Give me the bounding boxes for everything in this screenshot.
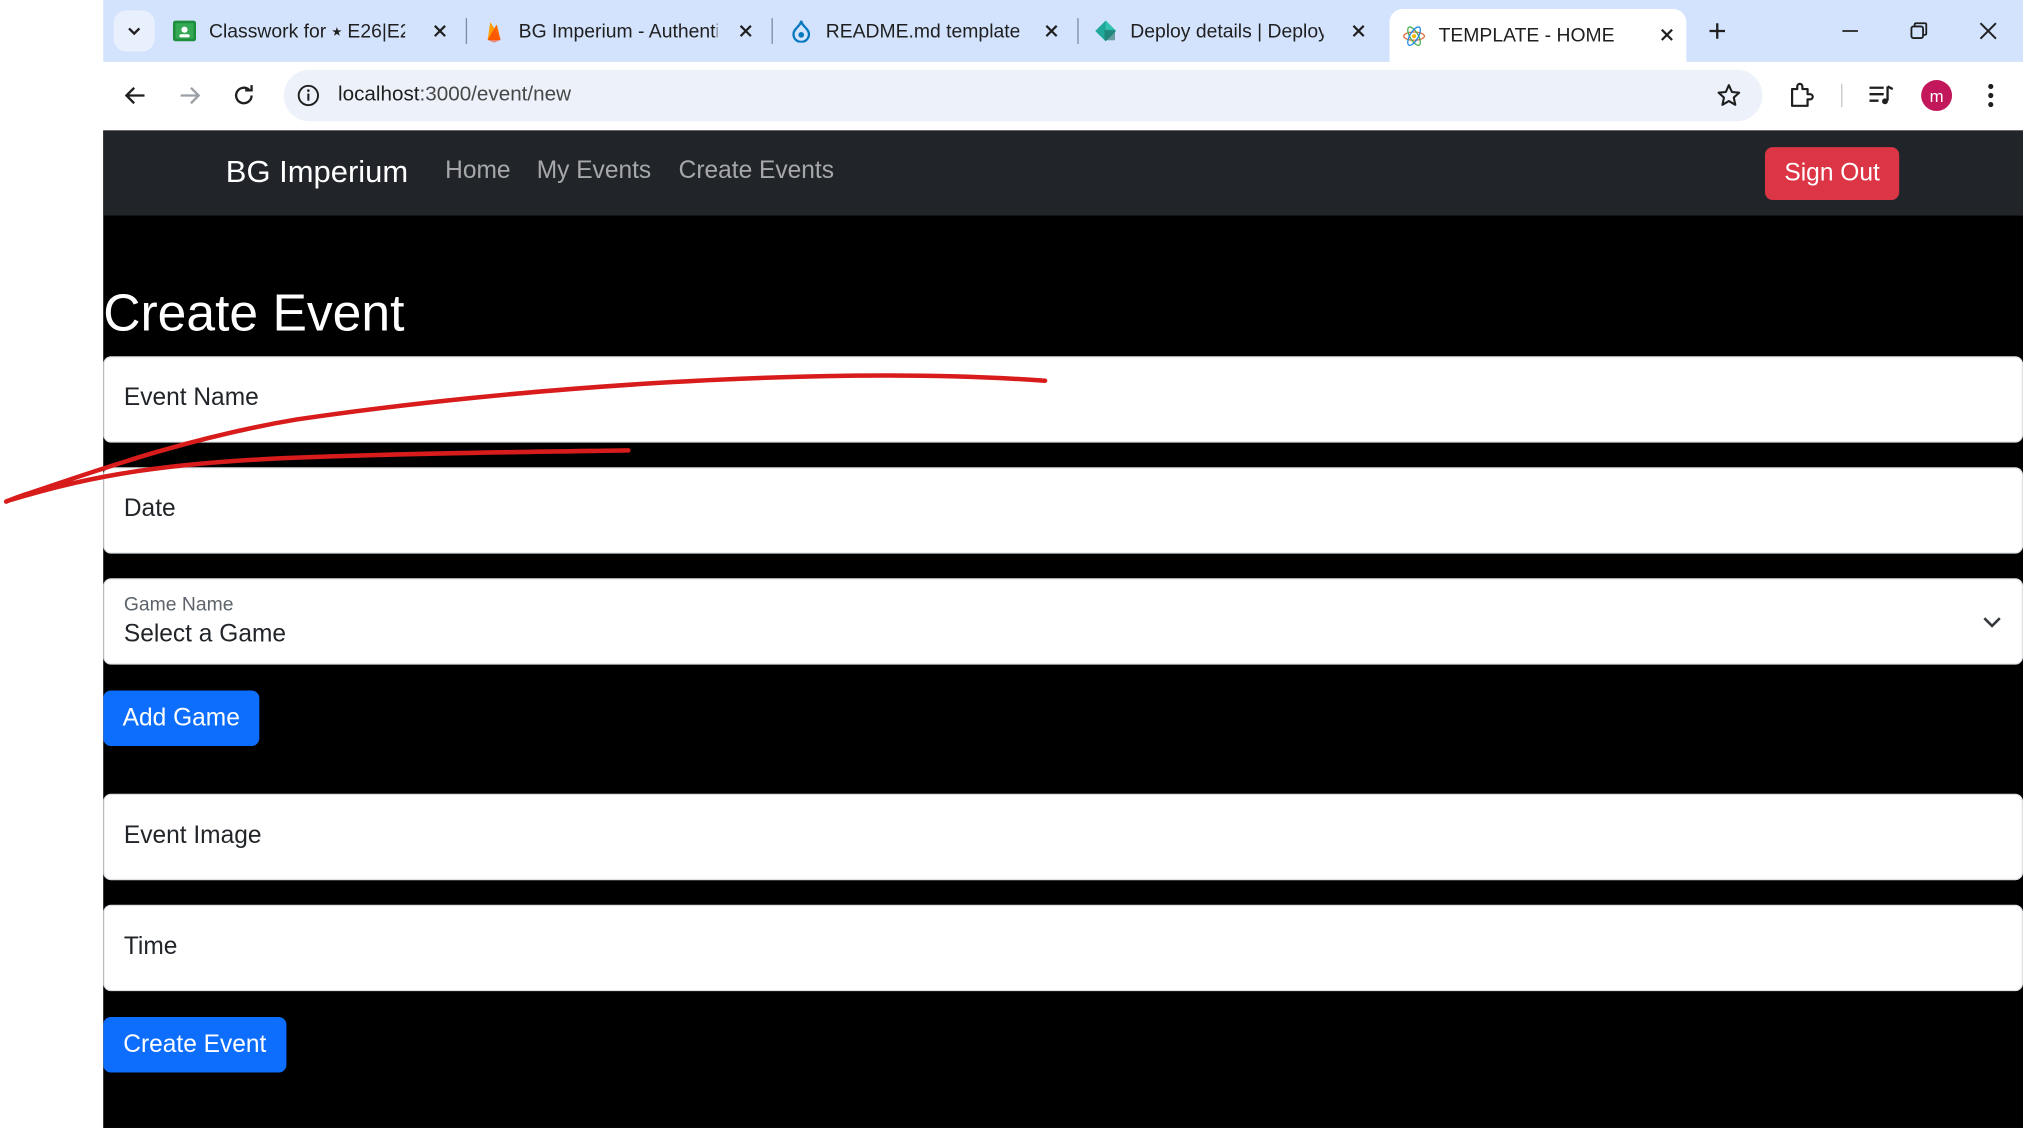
- tab-divider: [465, 18, 468, 44]
- tab-classwork[interactable]: Classwork for ⭑ E26|E28: [172, 10, 459, 51]
- restore-button[interactable]: [1893, 10, 1945, 51]
- media-controls-button[interactable]: [1864, 79, 1898, 113]
- time-field[interactable]: Time: [103, 904, 2023, 992]
- event-image-placeholder: Event Image: [123, 822, 262, 850]
- react-icon: [1402, 24, 1426, 47]
- more-vertical-icon: [1988, 83, 1994, 108]
- event-name-placeholder: Event Name: [123, 384, 259, 412]
- brand-link[interactable]: BG Imperium: [226, 155, 408, 191]
- tab-template-home[interactable]: TEMPLATE - HOME: [1389, 9, 1687, 62]
- playlist-music-icon: [1869, 85, 1894, 105]
- google-classroom-icon: [172, 19, 197, 42]
- tab-netlify[interactable]: Deploy details | Deploys |: [1094, 10, 1378, 51]
- address-bar[interactable]: localhost:3000/event/new: [283, 69, 1763, 122]
- firebase-icon: [483, 19, 506, 43]
- date-field[interactable]: Date: [103, 467, 2023, 554]
- game-select-value: Select a Game: [123, 620, 287, 648]
- browser-menu-button[interactable]: [1974, 79, 2008, 113]
- tab-title: BG Imperium - Authentic: [518, 20, 718, 42]
- close-icon[interactable]: [1040, 19, 1063, 42]
- bookmark-star-icon[interactable]: [1716, 83, 1742, 109]
- minimize-button[interactable]: [1824, 10, 1876, 51]
- plus-icon: [1709, 23, 1725, 39]
- add-game-button[interactable]: Add Game: [103, 690, 260, 746]
- create-event-submit-button[interactable]: Create Event: [103, 1016, 287, 1073]
- minimize-icon: [1842, 30, 1858, 32]
- tab-search-button[interactable]: [113, 10, 155, 52]
- info-icon[interactable]: [297, 84, 320, 107]
- chevron-down-icon: [1983, 617, 2001, 628]
- tab-title: TEMPLATE - HOME: [1438, 24, 1615, 47]
- close-icon[interactable]: [1655, 23, 1678, 46]
- close-icon[interactable]: [428, 19, 451, 42]
- back-button[interactable]: [116, 76, 155, 115]
- extensions-button[interactable]: [1786, 79, 1820, 113]
- tab-title: Deploy details | Deploys |: [1130, 20, 1324, 42]
- chevron-down-icon: [128, 27, 141, 36]
- url-path: :3000/event/new: [419, 83, 572, 106]
- tab-title: Classwork for ⭑ E26|E28: [209, 20, 406, 42]
- puzzle-icon: [1790, 82, 1814, 107]
- restore-icon: [1910, 22, 1928, 39]
- toolbar-divider: [1841, 83, 1843, 108]
- arrow-left-icon: [124, 86, 145, 105]
- profile-avatar[interactable]: m: [1921, 80, 1953, 111]
- drupal-icon: [790, 19, 813, 43]
- date-placeholder: Date: [123, 495, 176, 523]
- new-tab-button[interactable]: [1699, 13, 1735, 49]
- url-text: localhost:3000/event/new: [338, 84, 571, 107]
- url-host: localhost: [338, 83, 420, 106]
- time-placeholder: Time: [123, 933, 178, 961]
- netlify-icon: [1094, 19, 1117, 42]
- tab-readme[interactable]: README.md template | D: [790, 10, 1071, 51]
- tab-divider: [771, 18, 773, 44]
- event-name-field[interactable]: Event Name: [103, 356, 2023, 443]
- reload-icon: [234, 85, 253, 105]
- forward-button[interactable]: [170, 76, 209, 115]
- site-navbar: BG Imperium Home My Events Create Events…: [103, 130, 2023, 216]
- browser-toolbar: localhost:3000/event/new m: [103, 61, 2023, 131]
- close-icon: [1979, 22, 1997, 40]
- tab-strip: Classwork for ⭑ E26|E28 BG Imperium - Au…: [103, 0, 2023, 62]
- close-window-button[interactable]: [1962, 10, 2014, 51]
- sign-out-button[interactable]: Sign Out: [1764, 147, 1900, 201]
- event-image-field[interactable]: Event Image: [103, 793, 2023, 881]
- page-content: BG Imperium Home My Events Create Events…: [103, 130, 2023, 1128]
- nav-link-create-events[interactable]: Create Events: [679, 157, 834, 185]
- tab-divider: [1077, 18, 1079, 44]
- close-icon[interactable]: [734, 19, 757, 42]
- tab-bg-imperium[interactable]: BG Imperium - Authentic: [483, 10, 766, 51]
- game-select-label: Game Name: [123, 593, 234, 616]
- page-title: Create Event: [103, 285, 405, 343]
- tab-title: README.md template | D: [825, 20, 1020, 42]
- nav-link-my-events[interactable]: My Events: [537, 157, 651, 185]
- close-icon[interactable]: [1347, 19, 1370, 42]
- reload-button[interactable]: [224, 76, 263, 115]
- game-select[interactable]: Game Name Select a Game: [103, 578, 2023, 665]
- arrow-right-icon: [180, 86, 201, 105]
- nav-link-home[interactable]: Home: [445, 157, 510, 185]
